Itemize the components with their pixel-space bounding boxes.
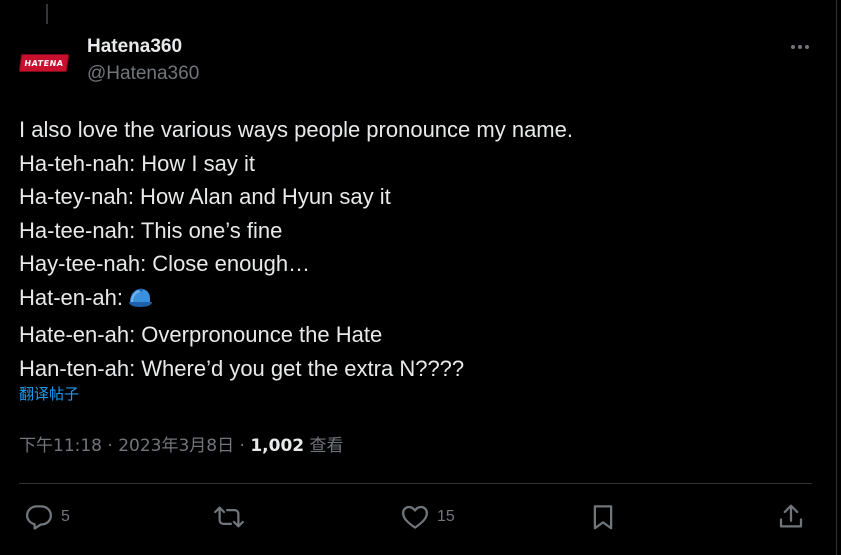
post-text-line: Han-ten-ah: Where’d you get the extra N?… [19,355,465,381]
action-bar: 5 15 [0,500,841,534]
bookmark-button[interactable] [588,500,618,534]
views-label: 查看 [309,436,344,456]
meta-separator: · [234,436,251,456]
bookmark-icon [593,505,613,530]
repost-button[interactable] [214,500,251,534]
share-button[interactable] [776,500,806,534]
more-icon [791,45,809,49]
post-text-line: I also love the various ways people pron… [19,117,573,142]
author-handle[interactable]: @Hatena360 [87,63,199,85]
post-text-line: Hate-en-ah: Overpronounce the Hate [19,322,383,347]
author-name[interactable]: Hatena360 [87,36,182,58]
avatar[interactable]: HATENA [18,38,70,88]
post-date[interactable]: 2023年3月8日 [118,436,234,456]
post-text-line: Hat-en-ah: [19,284,123,310]
like-count: 15 [437,508,455,525]
more-options-button[interactable] [783,35,817,59]
post-text-line: Ha-tee-nah: This one’s fine [19,217,283,243]
post-time[interactable]: 下午11:18 [19,436,102,456]
like-button[interactable]: 15 [400,500,455,534]
views-count: 1,002 [250,436,305,456]
post-text-line: Hay-tee-nah: Close enough… [19,251,311,276]
translate-post-link[interactable]: 翻译帖子 [19,383,79,404]
blue-cap-icon [127,285,153,319]
reply-button[interactable]: 5 [24,500,70,534]
post-text-line: Ha-teh-nah: How I say it [19,150,255,176]
reply-icon [26,505,52,530]
post-text-line-with-emoji: Hat-en-ah: [19,281,809,319]
post-metadata: 下午11:18 · 2023年3月8日 · 1,002 查看 [19,431,344,456]
like-icon [402,505,428,529]
avatar-logo: HATENA [18,54,70,72]
column-border [836,0,837,555]
divider [19,483,812,484]
thread-connector-line [46,4,48,24]
reply-count: 5 [61,508,70,525]
meta-separator: · [102,436,119,456]
post-text-line: Ha-tey-nah: How Alan and Hyun say it [19,184,391,209]
post-text: I also love the various ways people pron… [19,113,809,385]
repost-icon [214,506,244,528]
share-icon [779,504,803,528]
